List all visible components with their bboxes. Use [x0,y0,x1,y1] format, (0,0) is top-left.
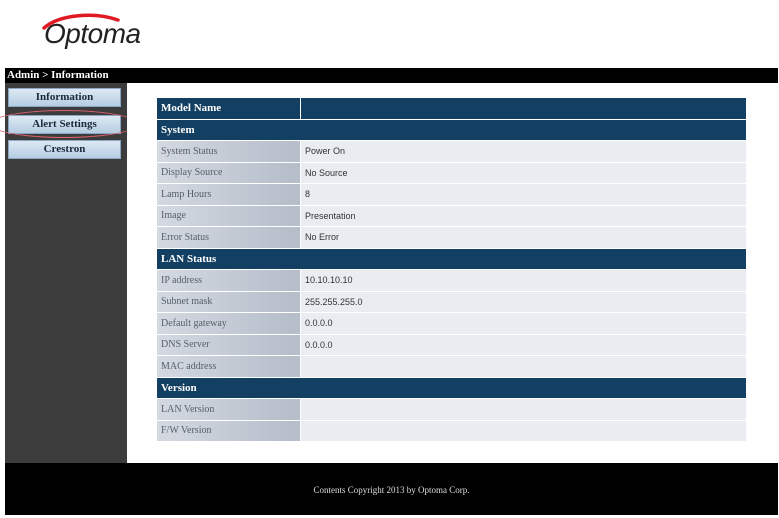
row-label: IP address [157,270,300,291]
table-row: MAC address [157,356,746,377]
table-row: Default gateway 0.0.0.0 [157,313,746,334]
table-row: Display Source No Source [157,162,746,183]
sidebar: Information Alert Settings Crestron [5,83,127,463]
row-label: System Status [157,141,300,162]
row-label: Display Source [157,162,300,183]
table-row: Lamp Hours 8 [157,184,746,205]
copyright-text: Contents Copyright 2013 by Optoma Corp. [313,485,470,495]
table-header-row: Model Name [157,98,746,119]
sidebar-item-information[interactable]: Information [8,88,121,107]
logo-text: Optoma [44,18,141,49]
table-row: F/W Version [157,420,746,441]
section-title: Version [157,377,746,398]
row-value: 8 [301,184,746,205]
row-value: 0.0.0.0 [301,313,746,334]
row-label: Lamp Hours [157,184,300,205]
row-label: F/W Version [157,420,300,441]
row-value [301,420,746,441]
sidebar-item-crestron[interactable]: Crestron [8,140,121,159]
breadcrumb: Admin > Information [7,69,109,81]
table-row: Subnet mask 255.255.255.0 [157,291,746,312]
table-row: System Status Power On [157,141,746,162]
row-label: Error Status [157,227,300,248]
row-label: Image [157,205,300,226]
section-title: System [157,119,746,140]
row-value: No Error [301,227,746,248]
model-name-value [301,98,746,119]
row-label: Default gateway [157,313,300,334]
table-row: Image Presentation [157,205,746,226]
row-value [301,356,746,377]
table-row: Error Status No Error [157,227,746,248]
main-content: Model Name System System Status Power On… [127,83,778,463]
row-label: LAN Version [157,399,300,420]
section-header-lan-status: LAN Status [157,248,746,269]
row-label: MAC address [157,356,300,377]
table-row: DNS Server 0.0.0.0 [157,334,746,355]
breadcrumb-bar: Admin > Information [5,68,778,83]
row-value [301,399,746,420]
info-table: Model Name System System Status Power On… [156,97,747,442]
row-value: No Source [301,162,746,183]
footer: Contents Copyright 2013 by Optoma Corp. [5,463,778,515]
section-header-system: System [157,119,746,140]
row-value: Power On [301,141,746,162]
table-row: LAN Version [157,399,746,420]
section-title: LAN Status [157,248,746,269]
row-value: 0.0.0.0 [301,334,746,355]
row-value: Presentation [301,205,746,226]
section-header-version: Version [157,377,746,398]
row-label: Subnet mask [157,291,300,312]
table-row: IP address 10.10.10.10 [157,270,746,291]
row-value: 255.255.255.0 [301,291,746,312]
model-name-label: Model Name [157,98,300,119]
row-label: DNS Server [157,334,300,355]
row-value: 10.10.10.10 [301,270,746,291]
optoma-logo: Optoma [40,12,170,52]
